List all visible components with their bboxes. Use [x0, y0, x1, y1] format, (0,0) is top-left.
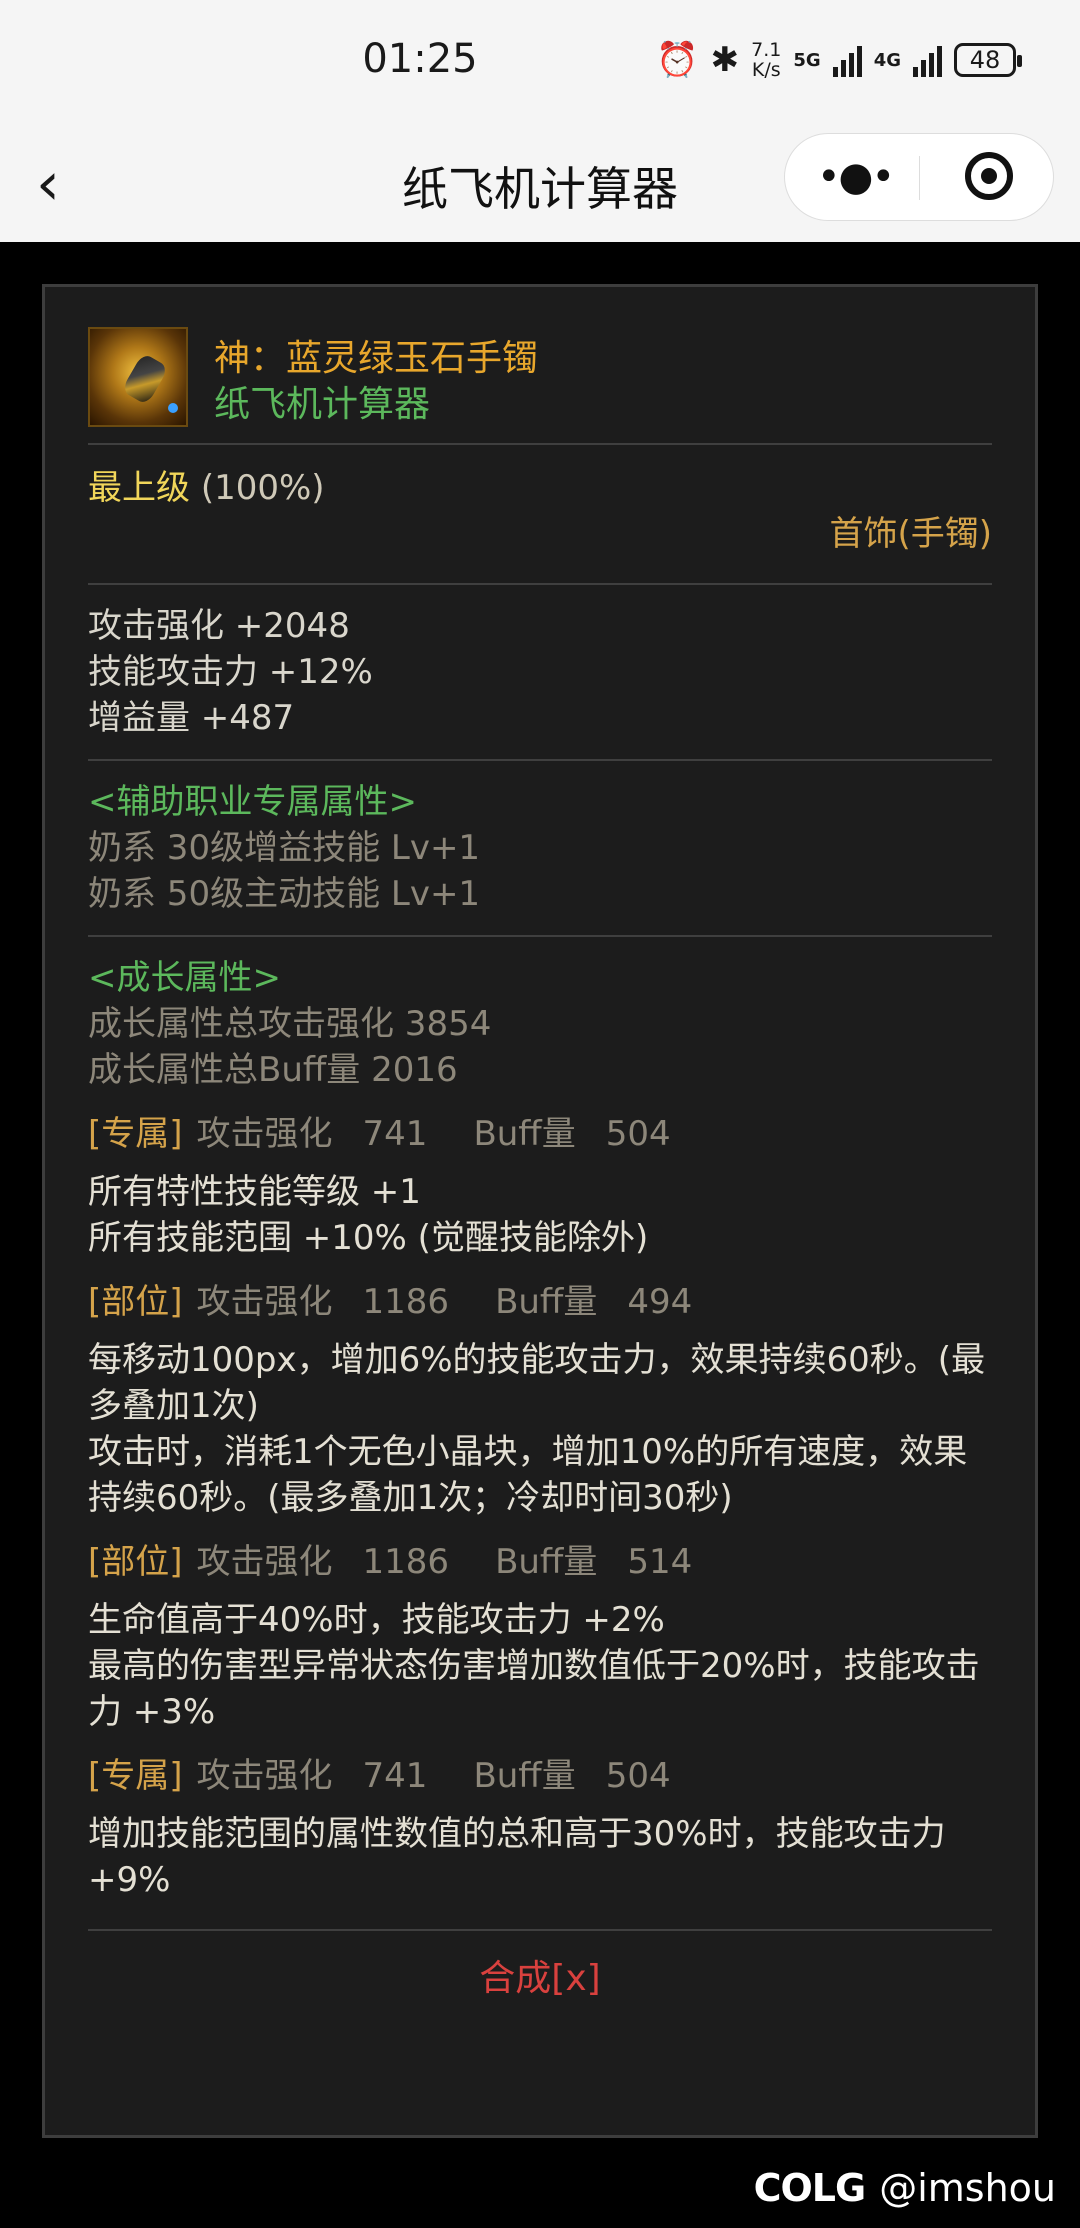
option-buff-label: Buff量 — [473, 1756, 576, 1796]
watermark: COLG @imshou — [754, 2166, 1056, 2210]
option-desc-line: 所有特性技能等级 +1 — [88, 1172, 421, 1212]
option-tag: [部位] — [88, 1542, 183, 1582]
grade-row: 最上级 (100%) 首饰(手镯) — [88, 445, 992, 583]
status-bar: 01:25 ⏰ ✱ 7.1 K/s 5G 4G 48 — [0, 0, 1080, 125]
divider — [88, 1929, 992, 1931]
option-stat-label: 攻击强化 — [196, 1542, 333, 1582]
option-stat-value: 741 — [362, 1114, 428, 1154]
alarm-icon: ⏰ — [656, 40, 699, 80]
growth-section-header: <成长属性> — [88, 958, 281, 998]
option-desc-line: 生命值高于40%时，技能攻击力 +2% — [88, 1600, 665, 1640]
status-icons: ⏰ ✱ 7.1 K/s 5G 4G 48 — [656, 40, 1022, 80]
grade-percent: (100%) — [200, 468, 325, 508]
option-stat-label: 攻击强化 — [196, 1114, 333, 1154]
item-header: 神：蓝灵绿玉石手镯 纸飞机计算器 — [88, 327, 992, 431]
base-stat-line: 增益量 +487 — [88, 698, 295, 738]
growth-section: <成长属性> 成长属性总攻击强化 3854 成长属性总Buff量 2016 — [88, 937, 992, 1093]
option-stat-value: 741 — [362, 1756, 428, 1796]
option-stat-value: 1186 — [362, 1542, 450, 1582]
network-speed-unit: K/s — [751, 59, 781, 81]
growth-option: [专属] 攻击强化 741 Buff量 504 所有特性技能等级 +1 所有技能… — [88, 1093, 992, 1261]
page-content: 神：蓝灵绿玉石手镯 纸飞机计算器 最上级 (100%) 首饰(手镯) 攻击强化 … — [0, 242, 1080, 2228]
support-line: 奶系 50级主动技能 Lv+1 — [88, 874, 481, 914]
option-desc-line: 所有技能范围 +10% (觉醒技能除外) — [88, 1218, 649, 1258]
option-tag: [专属] — [88, 1114, 183, 1154]
option-stat-label: 攻击强化 — [196, 1282, 333, 1322]
more-dots-icon: •●• — [816, 154, 895, 200]
option-desc-line: 最高的伤害型异常状态伤害增加数值低于20%时，技能攻击力 +3% — [88, 1646, 980, 1732]
bracelet-icon — [88, 327, 188, 427]
sim1-network-label: 5G — [793, 49, 821, 71]
base-stat-line: 技能攻击力 +12% — [88, 652, 373, 692]
watermark-handle: @imshou — [879, 2166, 1056, 2210]
capsule-divider — [919, 156, 920, 200]
option-stat-label: 攻击强化 — [196, 1756, 333, 1796]
battery-icon: 48 — [954, 43, 1022, 77]
item-source: 纸飞机计算器 — [214, 384, 431, 425]
base-stat-line: 攻击强化 +2048 — [88, 606, 350, 646]
support-line: 奶系 30级增益技能 Lv+1 — [88, 828, 481, 868]
sim2-signal-icon — [913, 43, 942, 77]
option-stat-line: [部位] 攻击强化 1186 Buff量 514 — [88, 1539, 992, 1585]
compose-button[interactable]: 合成[x] — [88, 1949, 992, 2001]
sim2-network-label: 4G — [873, 49, 901, 71]
network-speed-value: 7.1 — [751, 39, 782, 61]
option-buff-value: 494 — [627, 1282, 693, 1322]
option-tag: [专属] — [88, 1756, 183, 1796]
network-speed: 7.1 K/s — [751, 40, 781, 80]
option-stat-line: [部位] 攻击强化 1186 Buff量 494 — [88, 1279, 992, 1325]
grade-label: 最上级 — [88, 468, 190, 508]
sim1-signal-icon — [832, 43, 862, 77]
growth-total-buff: 成长属性总Buff量 2016 — [88, 1050, 458, 1090]
option-buff-label: Buff量 — [473, 1114, 576, 1154]
colg-logo: COLG — [753, 2166, 867, 2210]
option-buff-label: Buff量 — [495, 1542, 598, 1582]
item-grade: 最上级 (100%) — [88, 465, 325, 511]
more-button[interactable]: •●• — [815, 148, 895, 206]
support-section: <辅助职业专属属性> 奶系 30级增益技能 Lv+1 奶系 50级主动技能 Lv… — [88, 761, 992, 935]
growth-option: [部位] 攻击强化 1186 Buff量 514 生命值高于40%时，技能攻击力… — [88, 1521, 992, 1735]
growth-option: [专属] 攻击强化 741 Buff量 504 增加技能范围的属性数值的总和高于… — [88, 1735, 992, 1929]
item-tooltip-body: 神：蓝灵绿玉石手镯 纸飞机计算器 最上级 (100%) 首饰(手镯) 攻击强化 … — [88, 327, 992, 2001]
option-stat-line: [专属] 攻击强化 741 Buff量 504 — [88, 1111, 992, 1157]
base-stats: 攻击强化 +2048 技能攻击力 +12% 增益量 +487 — [88, 585, 992, 759]
option-tag: [部位] — [88, 1282, 183, 1322]
option-desc-line: 每移动100px，增加6%的技能攻击力，效果持续60秒。(最多叠加1次) — [88, 1340, 986, 1426]
option-buff-value: 504 — [605, 1756, 671, 1796]
slot-type: 首饰(手镯) — [829, 514, 992, 554]
close-button[interactable] — [965, 152, 1013, 200]
option-buff-value: 514 — [627, 1542, 693, 1582]
item-tooltip-card: 神：蓝灵绿玉石手镯 纸飞机计算器 最上级 (100%) 首饰(手镯) 攻击强化 … — [42, 284, 1038, 2138]
growth-option: [部位] 攻击强化 1186 Buff量 494 每移动100px，增加6%的技… — [88, 1261, 992, 1521]
option-buff-label: Buff量 — [495, 1282, 598, 1322]
bluetooth-icon: ✱ — [710, 40, 740, 80]
navigation-bar: ‹ 纸飞机计算器 •●• — [0, 125, 1080, 242]
option-stat-line: [专属] 攻击强化 741 Buff量 504 — [88, 1753, 992, 1799]
option-desc-line: 增加技能范围的属性数值的总和高于30%时，技能攻击力 +9% — [88, 1814, 946, 1900]
option-desc-line: 攻击时，消耗1个无色小晶块，增加10%的所有速度，效果持续60秒。(最多叠加1次… — [88, 1432, 968, 1518]
battery-level: 48 — [969, 46, 1001, 74]
option-buff-value: 504 — [605, 1114, 671, 1154]
mini-program-capsule: •●• — [784, 133, 1054, 221]
option-stat-value: 1186 — [362, 1282, 450, 1322]
growth-total-attack: 成长属性总攻击强化 3854 — [88, 1004, 492, 1044]
support-section-header: <辅助职业专属属性> — [88, 782, 417, 822]
item-name: 神：蓝灵绿玉石手镯 — [214, 338, 539, 379]
